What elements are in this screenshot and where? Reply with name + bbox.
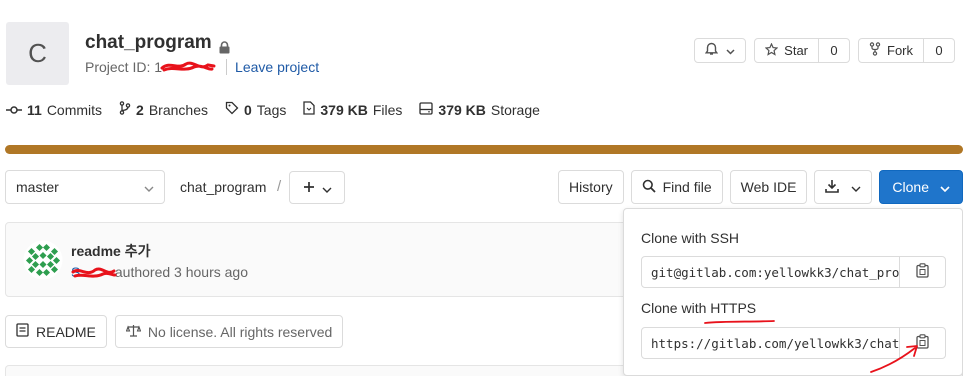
files-stat[interactable]: 379 KB Files — [303, 101, 402, 118]
commit-time: authored 3 hours ago — [114, 264, 248, 280]
branches-label: Branches — [148, 101, 208, 118]
find-file-label: Find file — [662, 179, 712, 195]
tags-count: 0 — [244, 101, 252, 118]
clone-button[interactable]: Clone — [879, 170, 963, 204]
clone-ssh-label: Clone with SSH — [641, 230, 740, 246]
tags-stat[interactable]: 0 Tags — [225, 101, 286, 118]
chevron-down-icon — [144, 179, 154, 195]
commit-icon — [6, 102, 22, 118]
chevron-down-icon — [726, 43, 735, 58]
chevron-down-icon — [940, 179, 950, 195]
search-icon — [642, 179, 656, 196]
branch-selector[interactable]: master — [5, 170, 165, 204]
storage-size: 379 KB — [438, 101, 486, 118]
find-file-button[interactable]: Find file — [630, 170, 723, 204]
license-label: No license. All rights reserved — [147, 323, 333, 340]
fork-count[interactable]: 0 — [923, 39, 954, 62]
tags-label: Tags — [256, 101, 287, 118]
copy-ssh-url-button[interactable] — [899, 256, 946, 288]
clone-dropdown: Clone with SSH git@gitlab.com:yellowkk3/… — [623, 208, 963, 376]
chevron-down-icon — [322, 177, 332, 198]
redacted-id — [160, 60, 218, 74]
clone-label: Clone — [892, 179, 929, 195]
redaction-scribble — [71, 267, 117, 278]
branches-stat[interactable]: 2 Branches — [119, 101, 208, 118]
star-button[interactable]: Star — [755, 39, 818, 62]
web-ide-button[interactable]: Web IDE — [729, 170, 808, 204]
fork-icon — [869, 42, 881, 59]
download-icon — [825, 179, 840, 196]
fork-label: Fork — [887, 43, 913, 58]
clone-https-label: Clone with HTTPS — [641, 300, 757, 316]
project-id: Project ID: 1 — [85, 59, 163, 75]
branches-count: 2 — [136, 101, 144, 118]
star-count[interactable]: 0 — [818, 39, 849, 62]
project-shortcuts: README No license. All rights reserved — [5, 315, 344, 348]
project-name[interactable]: chat_program — [85, 32, 212, 54]
repository-nav: master chat_program / History Find file … — [5, 170, 963, 205]
license-button[interactable]: No license. All rights reserved — [114, 315, 344, 348]
repository-actions: History Find file Web IDE Clone — [558, 170, 963, 204]
project-id-row: Project ID: 1 Leave project — [85, 59, 319, 75]
commits-count: 11 — [27, 101, 42, 118]
add-to-tree-dropdown[interactable] — [289, 171, 345, 204]
commits-stat[interactable]: 11 Commits — [6, 101, 102, 118]
arrow-annotation — [870, 345, 918, 373]
usage-bar-fill — [5, 145, 963, 154]
project-title-row: chat_program — [85, 32, 230, 54]
project-stats: 11 Commits 2 Branches 0 Tags 379 KB File… — [6, 101, 540, 118]
breadcrumb-separator: / — [277, 178, 282, 195]
star-button-group: Star 0 — [754, 38, 850, 63]
author-avatar-identicon[interactable] — [23, 240, 63, 280]
underline-annotation — [704, 320, 775, 324]
scale-icon — [125, 324, 142, 340]
lock-icon — [219, 38, 230, 53]
star-icon — [764, 42, 779, 59]
clone-ssh-url-field[interactable]: git@gitlab.com:yellowkk3/chat_program.gi… — [641, 256, 900, 288]
clone-https-url-field[interactable]: https://gitlab.com/yellowkk3/chat_progra… — [641, 327, 900, 359]
bell-icon — [704, 42, 719, 59]
fork-button[interactable]: Fork — [859, 39, 923, 62]
commits-label: Commits — [46, 101, 103, 118]
star-label: Star — [784, 43, 808, 58]
files-size: 379 KB — [320, 101, 368, 118]
divider — [226, 59, 228, 75]
notification-dropdown[interactable] — [694, 38, 747, 63]
branch-icon — [119, 101, 131, 118]
plus-icon — [303, 177, 315, 198]
clipboard-icon — [916, 263, 929, 281]
files-label: Files — [372, 101, 403, 118]
leave-project-link[interactable]: Leave project — [235, 59, 319, 75]
file-icon — [303, 101, 316, 118]
storage-stat[interactable]: 379 KB Storage — [419, 101, 540, 118]
commit-title[interactable]: readme 추가 — [71, 241, 150, 261]
readme-button[interactable]: README — [5, 315, 107, 348]
project-avatar: C — [6, 22, 69, 85]
download-dropdown[interactable] — [814, 170, 873, 204]
history-button[interactable]: History — [558, 170, 624, 204]
commit-author[interactable]: S — [71, 264, 117, 280]
tag-icon — [225, 101, 239, 118]
branch-name: master — [16, 179, 59, 195]
project-actions: Star 0 Fork 0 — [694, 38, 955, 63]
last-commit-panel: readme 추가 S authored 3 hours ago — [5, 222, 645, 297]
chevron-down-icon — [851, 179, 861, 195]
commit-meta-row: S authored 3 hours ago — [71, 264, 248, 280]
repository-usage-bar — [5, 145, 963, 154]
storage-icon — [419, 101, 434, 118]
doc-icon — [16, 323, 29, 340]
readme-label: README — [36, 323, 96, 340]
storage-label: Storage — [490, 101, 540, 118]
fork-button-group: Fork 0 — [858, 38, 955, 63]
breadcrumb-project[interactable]: chat_program — [180, 179, 266, 195]
